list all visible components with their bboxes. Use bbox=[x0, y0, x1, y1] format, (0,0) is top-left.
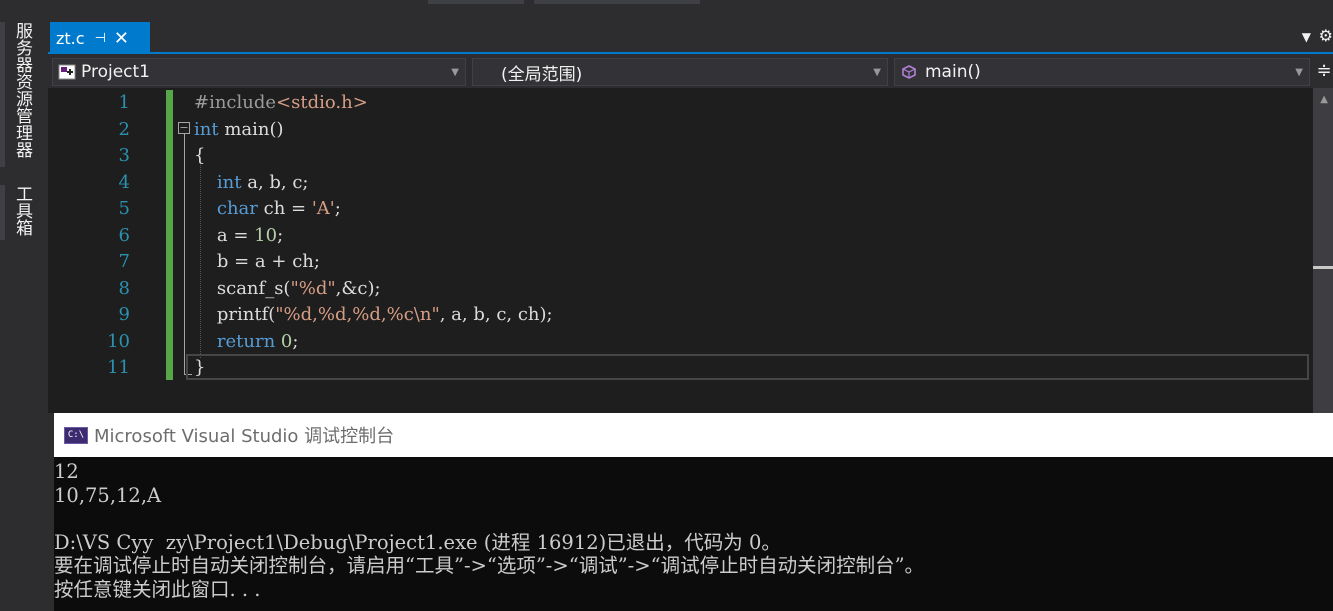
code-token: ; bbox=[292, 330, 299, 352]
code-token: <stdio.h> bbox=[276, 92, 368, 113]
line-number: 6 bbox=[118, 224, 130, 246]
code-token: ; bbox=[277, 224, 284, 246]
side-tab-indicator bbox=[0, 185, 5, 240]
tab-filename: zt.c bbox=[56, 28, 85, 48]
code-token: ; bbox=[334, 198, 341, 219]
split-window-icon[interactable]: ≑ bbox=[1315, 60, 1333, 84]
toolbox-tab[interactable]: 工具箱 bbox=[10, 185, 34, 245]
line-number: 9 bbox=[118, 304, 130, 325]
code-line[interactable]: return 0; bbox=[194, 329, 299, 356]
code-token: int bbox=[194, 171, 242, 193]
code-token: scanf_s( bbox=[194, 277, 291, 299]
line-number: 7 bbox=[118, 251, 130, 272]
line-number: 4 bbox=[118, 171, 130, 193]
tab-zt-c[interactable]: zt.c ⊣ ✕ bbox=[50, 22, 150, 54]
code-line[interactable]: a = 10; bbox=[194, 223, 283, 250]
member-dropdown[interactable]: main() ▼ bbox=[894, 58, 1310, 86]
close-icon[interactable]: ✕ bbox=[114, 28, 129, 49]
code-token: 10 bbox=[254, 224, 278, 246]
code-token: } bbox=[194, 357, 206, 378]
code-token: b = a + ch; bbox=[194, 251, 320, 272]
side-tab-indicator bbox=[0, 22, 5, 167]
line-number: 8 bbox=[118, 277, 130, 299]
code-token: main() bbox=[218, 118, 284, 140]
code-line[interactable]: int a, b, c; bbox=[194, 170, 309, 197]
pin-icon[interactable]: ⊣ bbox=[95, 31, 106, 46]
line-number: 1 bbox=[118, 92, 130, 113]
console-title: Microsoft Visual Studio 调试控制台 bbox=[94, 426, 395, 447]
navigation-bar: Project1 ▼ (全局范围) ▼ main() ▼ ≑ bbox=[48, 56, 1333, 88]
code-token: a, b, c; bbox=[241, 171, 309, 193]
code-token: a = bbox=[194, 224, 255, 246]
code-line[interactable]: { bbox=[194, 143, 205, 170]
code-line[interactable]: printf("%d,%d,%d,%c\n", a, b, c, ch); bbox=[194, 302, 553, 329]
code-line[interactable]: b = a + ch; bbox=[194, 249, 320, 276]
fold-guide bbox=[184, 134, 185, 374]
line-number: 3 bbox=[118, 145, 130, 166]
code-line[interactable]: scanf_s("%d",&c); bbox=[194, 276, 381, 303]
chevron-down-icon: ▼ bbox=[451, 67, 459, 78]
console-title-bar[interactable]: C:\ Microsoft Visual Studio 调试控制台 bbox=[54, 413, 1333, 457]
code-token: return bbox=[194, 330, 276, 352]
code-area[interactable]: − #include<stdio.h> int main(){ int a, b,… bbox=[176, 88, 1311, 413]
scope-name: (全局范围) bbox=[501, 64, 583, 85]
code-editor[interactable]: 1 2 3 4 5 6 7 8 9 10 11 − #include<stdio.h> int mai… bbox=[48, 88, 1333, 413]
line-number: 10 bbox=[107, 330, 130, 352]
visual-studio-window: 服务器资源管理器 工具箱 zt.c ⊣ ✕ ▼ ⚙ Project1 ▼ (全局… bbox=[0, 0, 1333, 611]
code-token: int bbox=[194, 118, 219, 140]
console-line: 12 bbox=[54, 460, 79, 483]
scroll-up-icon[interactable]: ▲ bbox=[1320, 94, 1328, 105]
top-chip bbox=[534, 0, 700, 4]
code-line[interactable]: #include<stdio.h> bbox=[194, 90, 368, 117]
document-tab-bar: zt.c ⊣ ✕ ▼ ⚙ bbox=[48, 22, 1333, 54]
server-explorer-tab[interactable]: 服务器资源管理器 bbox=[10, 22, 34, 172]
collapse-icon[interactable]: − bbox=[178, 122, 190, 134]
scrollbar-caret-marker bbox=[1313, 266, 1333, 269]
code-token: "%d" bbox=[290, 277, 336, 299]
chevron-down-icon: ▼ bbox=[873, 67, 881, 78]
code-line[interactable]: } bbox=[194, 355, 205, 382]
project-icon bbox=[58, 64, 76, 80]
code-line[interactable]: char ch = 'A'; bbox=[194, 196, 341, 223]
console-line: 要在调试停止时自动关闭控制台，请启用“工具”->“选项”->“调试”->“调试停… bbox=[54, 554, 925, 578]
current-line-highlight bbox=[186, 354, 1309, 380]
console-line: 10,75,12,A bbox=[54, 483, 162, 507]
member-name: main() bbox=[925, 62, 981, 82]
line-number: 5 bbox=[118, 198, 130, 219]
debug-console-window[interactable]: C:\ Microsoft Visual Studio 调试控制台 12 10,7… bbox=[54, 413, 1333, 611]
top-strip bbox=[48, 0, 1333, 22]
project-name: Project1 bbox=[81, 62, 150, 82]
function-cube-icon bbox=[902, 65, 916, 79]
code-token: char bbox=[194, 198, 258, 219]
console-line: 按任意键关闭此窗口. . . bbox=[54, 577, 261, 601]
console-output: 12 10,75,12,A D:\VS Cyy zy\Project1\Debug\… bbox=[54, 460, 1333, 611]
code-token: ,&c); bbox=[335, 277, 381, 299]
line-number: 11 bbox=[107, 357, 130, 378]
code-token: , a, b, c, ch); bbox=[439, 304, 553, 325]
scope-dropdown[interactable]: (全局范围) ▼ bbox=[472, 58, 888, 86]
vertical-scrollbar[interactable]: ▲ bbox=[1313, 88, 1333, 413]
code-token: ch = bbox=[257, 198, 312, 219]
gear-icon[interactable]: ⚙ bbox=[1319, 26, 1333, 45]
line-number: 2 bbox=[118, 118, 130, 140]
console-line: D:\VS Cyy zy\Project1\Debug\Project1.exe… bbox=[54, 530, 781, 554]
code-token: 'A' bbox=[311, 198, 335, 219]
console-icon: C:\ bbox=[64, 426, 88, 444]
code-token: printf( bbox=[194, 304, 276, 325]
side-tool-strip: 服务器资源管理器 工具箱 bbox=[0, 0, 48, 611]
code-token: { bbox=[194, 145, 206, 166]
chevron-down-icon: ▼ bbox=[1295, 67, 1303, 78]
line-number-gutter: 1 2 3 4 5 6 7 8 9 10 11 bbox=[48, 88, 166, 413]
project-dropdown[interactable]: Project1 ▼ bbox=[52, 58, 466, 86]
code-token: #include bbox=[194, 92, 277, 113]
code-token: 0 bbox=[280, 330, 293, 352]
code-token: "%d,%d,%d,%c\n" bbox=[275, 304, 440, 325]
change-tracking-bar bbox=[166, 90, 173, 380]
chevron-down-icon[interactable]: ▼ bbox=[1302, 30, 1311, 44]
code-line[interactable]: int main() bbox=[194, 117, 284, 144]
top-chip bbox=[428, 0, 524, 4]
